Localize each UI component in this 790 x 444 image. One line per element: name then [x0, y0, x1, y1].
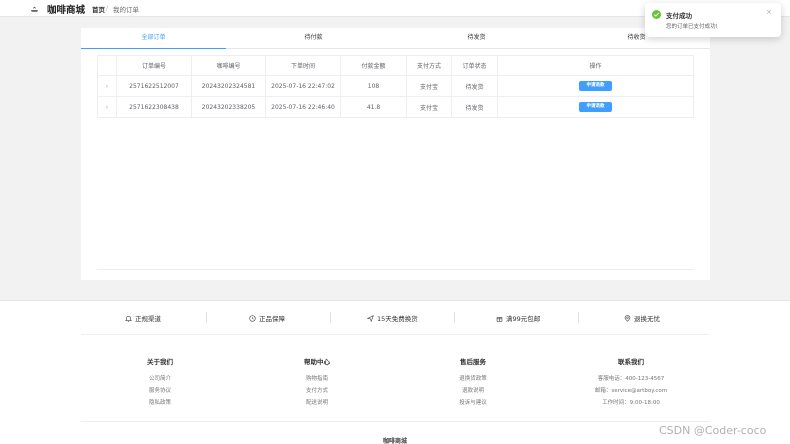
table-row: › 2571622308438 20243202338205 2025-07-1…: [97, 96, 694, 118]
footer-divider: [81, 334, 710, 335]
expand-column-header: [97, 55, 117, 76]
cell-pay-method: 支付宝: [406, 96, 452, 118]
column-header: 咖啡编号: [191, 55, 266, 76]
toast-title: 支付成功: [666, 12, 692, 20]
footer-col-title-help: 帮助中心: [304, 358, 330, 366]
cell-action: 申请退款: [497, 75, 694, 97]
expand-row-icon[interactable]: ›: [97, 96, 117, 118]
divider: [454, 312, 455, 323]
success-check-icon: [652, 10, 661, 19]
feature-label: 退换无忧: [634, 315, 660, 323]
footer-link[interactable]: 隐私政策: [120, 398, 200, 406]
close-icon[interactable]: ×: [766, 8, 772, 16]
cell-order-no: 2571622512007: [116, 75, 192, 97]
tab-all-orders[interactable]: 全部订单: [81, 28, 226, 49]
cell-pay-method: 支付宝: [406, 75, 452, 97]
site-footer: 正规渠道 正品保障 15天免费换货 满99元包邮 退换无忧 关于我们 公司简介 …: [0, 300, 790, 444]
footer-divider: [81, 421, 710, 422]
brand-name[interactable]: 咖啡商城: [47, 2, 85, 16]
footer-contact-phone: 客服电话：400-123-4567: [597, 376, 665, 382]
tab-pending-shipment[interactable]: 待发货: [399, 28, 554, 49]
feature-genuine: 正品保障: [249, 313, 285, 323]
table-header-row: 订单编号 咖啡编号 下单时间 付款金额 支付方式 订单状态 操作: [97, 55, 694, 76]
gift-icon: [496, 316, 503, 322]
cell-order-no: 2571622308438: [116, 96, 192, 118]
toast-message: 您的订单已支付成功!: [666, 24, 718, 30]
feature-label: 满99元包邮: [506, 315, 541, 323]
card-bottom-divider: [97, 269, 694, 270]
watermark: CSDN @Coder-coco: [659, 424, 767, 437]
feature-free-exchange: 15天免费换货: [367, 313, 418, 323]
refund-button[interactable]: 申请退款: [579, 81, 612, 91]
breadcrumb-separator: /: [106, 4, 109, 12]
cell-amount: 108: [340, 75, 407, 97]
footer-link[interactable]: 配送说明: [277, 398, 357, 406]
footer-contact-email: 邮箱：service@artboy.com: [594, 388, 668, 394]
column-header: 支付方式: [406, 55, 452, 76]
cell-status: 待发货: [451, 96, 498, 118]
feature-official-channel: 正规渠道: [125, 313, 161, 323]
divider: [578, 312, 579, 323]
divider: [206, 312, 207, 323]
footer-link[interactable]: 投诉与建议: [433, 398, 513, 406]
footer-link[interactable]: 支付方式: [277, 386, 357, 394]
location-icon: [624, 314, 631, 322]
footer-brand: 咖啡商城: [382, 438, 407, 444]
column-header: 操作: [497, 55, 694, 76]
cell-action: 申请退款: [497, 96, 694, 118]
footer-link[interactable]: 服务协议: [120, 386, 200, 394]
cell-amount: 41.8: [340, 96, 407, 118]
expand-row-icon[interactable]: ›: [97, 75, 117, 97]
footer-link[interactable]: 公司简介: [120, 374, 200, 382]
divider: [330, 312, 331, 323]
column-header: 付款金额: [340, 55, 407, 76]
footer-contact-hours: 工作时间：9:00-18:00: [602, 400, 660, 406]
footer-col-title-contact: 联系我们: [618, 358, 644, 366]
orders-card: 全部订单 待付款 待发货 待收货 订单编号 咖啡编号 下单时间 付款金额 支付方…: [81, 28, 710, 280]
cell-order-time: 2025-07-16 22:46:40: [265, 96, 341, 118]
breadcrumb-current: 我的订单: [113, 6, 139, 14]
cell-coffee-no: 20243202338205: [191, 96, 266, 118]
clock-icon: [249, 314, 256, 322]
column-header: 订单编号: [116, 55, 192, 76]
cell-coffee-no: 20243202324581: [191, 75, 266, 97]
feature-free-shipping: 满99元包邮: [496, 313, 540, 323]
footer-col-title-aftersale: 售后服务: [460, 358, 486, 366]
footer-link[interactable]: 购物指南: [277, 374, 357, 382]
footer-link[interactable]: 退换货政策: [433, 374, 513, 382]
breadcrumb-home[interactable]: 首页: [92, 4, 105, 14]
orders-table: 订单编号 咖啡编号 下单时间 付款金额 支付方式 订单状态 操作 › 25716…: [97, 55, 694, 118]
coffee-logo-icon[interactable]: [30, 4, 39, 13]
tab-pending-payment[interactable]: 待付款: [236, 28, 391, 49]
order-tabs: 全部订单 待付款 待发货 待收货: [81, 28, 710, 49]
feature-worry-free-return: 退换无忧: [624, 313, 660, 323]
cell-order-time: 2025-07-16 22:47:02: [265, 75, 341, 97]
feature-label: 15天免费换货: [377, 315, 418, 323]
column-header: 下单时间: [265, 55, 341, 76]
footer-link[interactable]: 退款说明: [433, 386, 513, 394]
feature-label: 正规渠道: [135, 315, 161, 323]
column-header: 订单状态: [451, 55, 498, 76]
success-toast: 支付成功 您的订单已支付成功!: [645, 3, 781, 37]
feature-label: 正品保障: [259, 315, 285, 323]
refund-button[interactable]: 申请退款: [579, 102, 612, 112]
send-icon: [367, 314, 374, 322]
table-row: › 2571622512007 20243202324581 2025-07-1…: [97, 75, 694, 97]
bell-icon: [125, 315, 132, 322]
cell-status: 待发货: [451, 75, 498, 97]
footer-col-title-about: 关于我们: [147, 358, 173, 366]
